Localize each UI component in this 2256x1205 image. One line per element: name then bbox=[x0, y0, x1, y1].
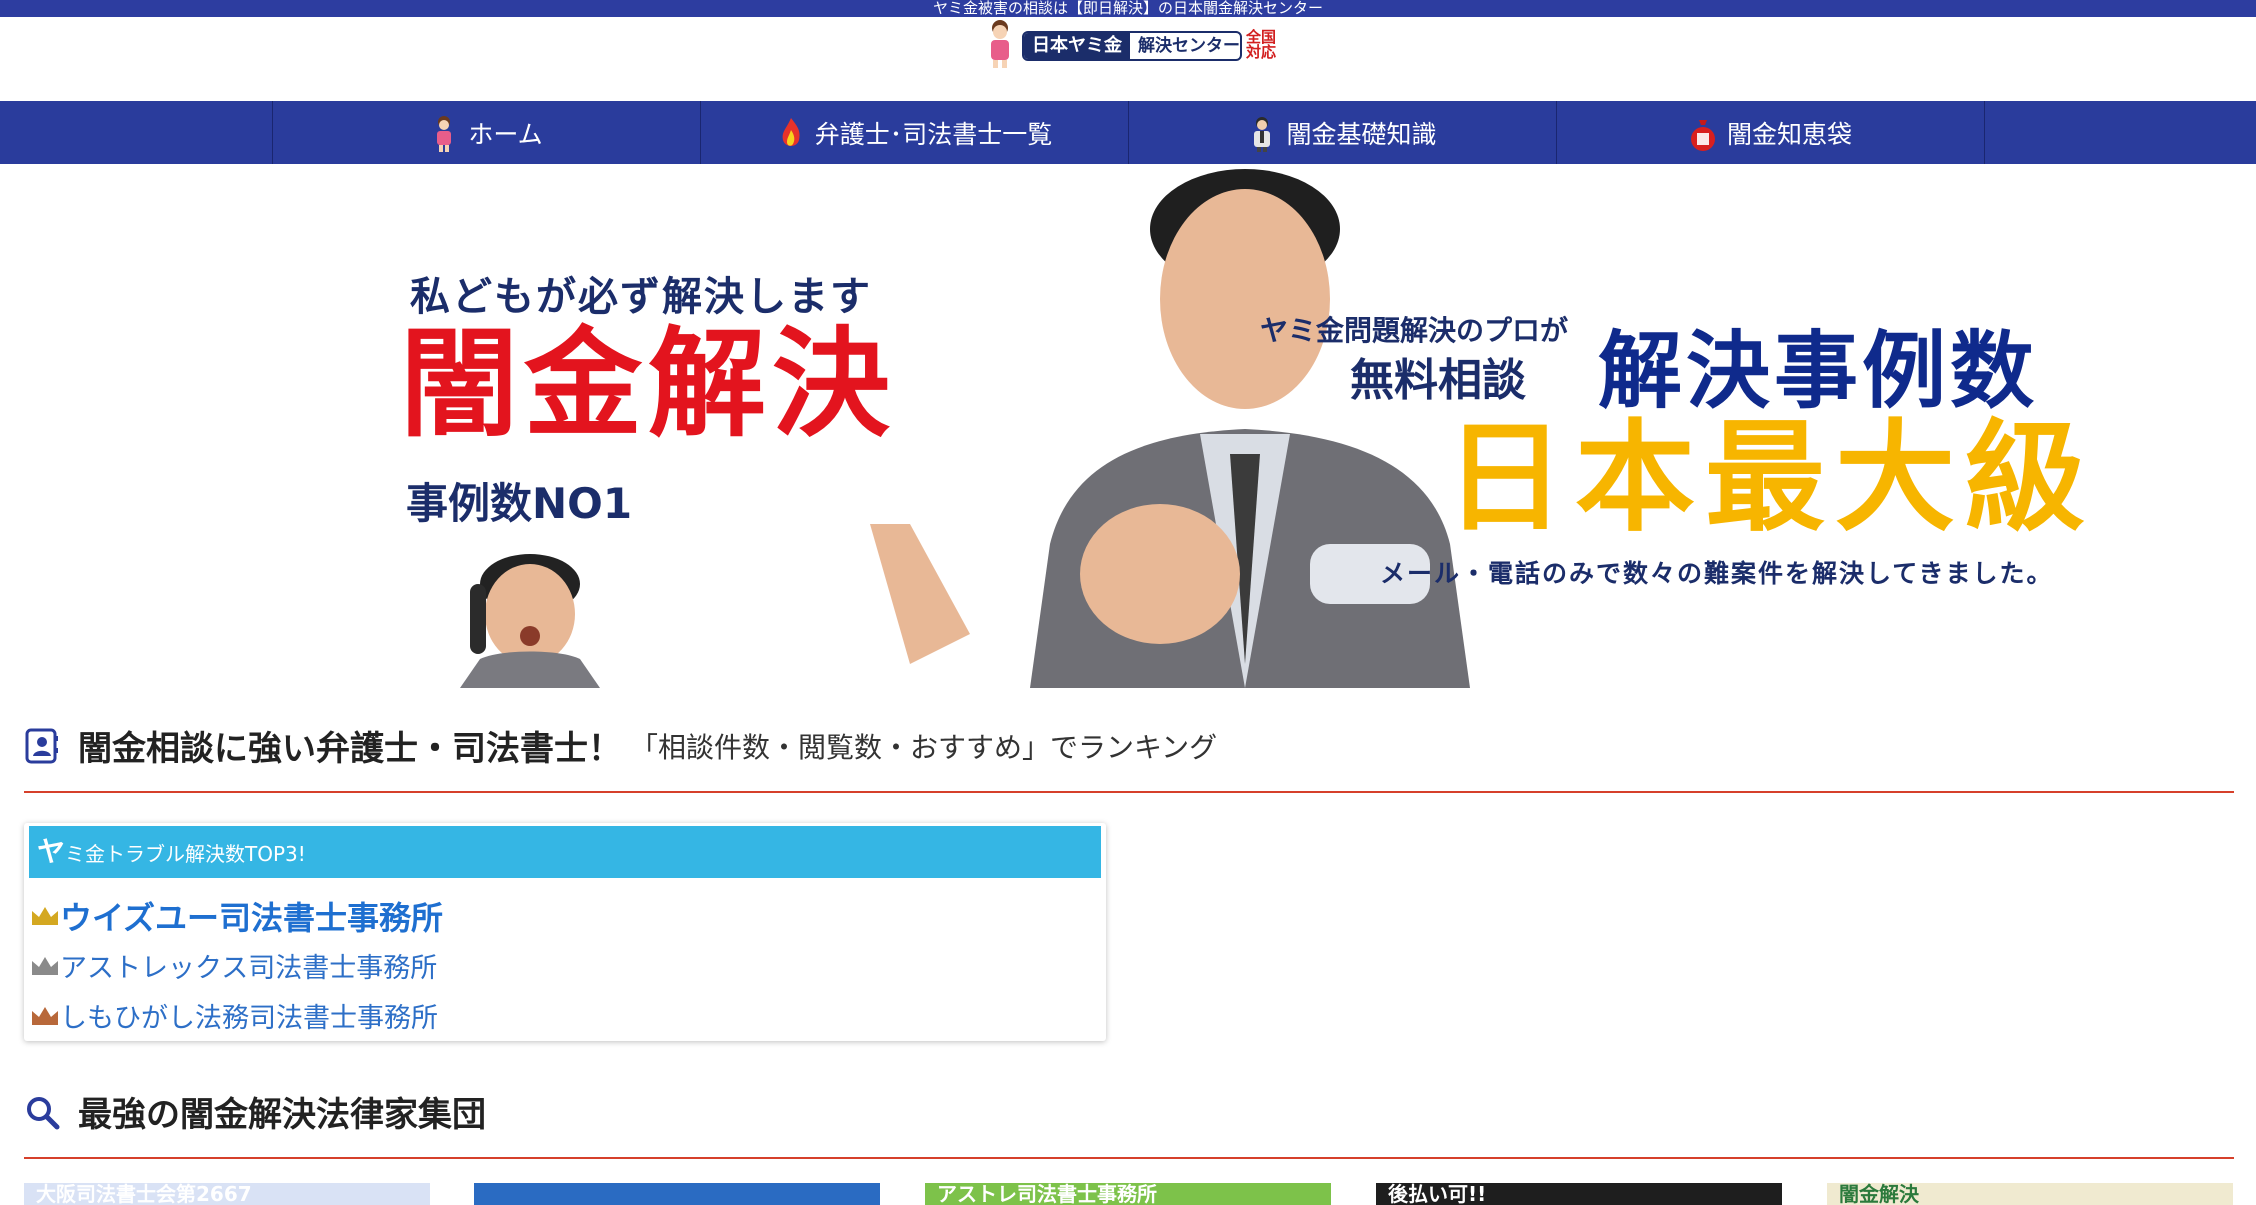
nav-item-lawyers[interactable]: 弁護士･司法書士一覧 bbox=[701, 101, 1129, 164]
ranking-item-label: しもひがし法務司法書士事務所 bbox=[60, 1003, 438, 1034]
nav-item-label: 弁護士･司法書士一覧 bbox=[814, 119, 1053, 149]
girl-icon bbox=[437, 115, 452, 152]
lawyer-card-text: 後払い可!! bbox=[1388, 1183, 1487, 1205]
lawyer-card[interactable]: 闇金解決 bbox=[1827, 1183, 2233, 1205]
fire-icon bbox=[782, 117, 800, 146]
girl-mascot-icon bbox=[991, 20, 1009, 68]
man-on-phone-image bbox=[460, 554, 600, 688]
lawyers-section-heading: 最強の闇金解決法律家集団 bbox=[24, 1087, 2234, 1136]
gold-crown-icon bbox=[32, 907, 58, 925]
bag-icon bbox=[1690, 119, 1715, 151]
logo-light-text: 解決センター bbox=[1138, 36, 1240, 56]
nav-item-home[interactable]: ホーム bbox=[273, 101, 701, 164]
nav-item-label: 闇金基礎知識 bbox=[1286, 119, 1437, 149]
search-icon bbox=[27, 1096, 60, 1129]
bronze-crown-icon bbox=[32, 1006, 58, 1025]
ranking-item-label: アストレックス司法書士事務所 bbox=[60, 953, 438, 984]
ranking-section-heading: 闇金相談に強い弁護士・司法書士！ 「相談件数・閲覧数・おすすめ」でランキング bbox=[24, 721, 2234, 770]
lawyer-card[interactable]: 大阪司法書士会第2667 bbox=[24, 1183, 430, 1205]
silver-crown-icon bbox=[32, 956, 58, 975]
ranking-header-initial: ヤ bbox=[37, 835, 66, 868]
contact-card-icon bbox=[25, 728, 58, 763]
ranking-header: ヤミ金トラブル解決数TOP3! bbox=[29, 826, 1101, 878]
section-divider bbox=[24, 791, 2234, 793]
man-icon bbox=[1254, 116, 1271, 152]
ranking-section-subtitle: 「相談件数・閲覧数・おすすめ」でランキング bbox=[630, 730, 1218, 764]
lawyer-card-text: 大阪司法書士会第2667 bbox=[36, 1183, 252, 1205]
lawyer-card[interactable] bbox=[474, 1183, 880, 1205]
top-notice: ヤミ金被害の相談は【即日解決】の日本闇金解決センター bbox=[0, 0, 2256, 17]
hero-banner[interactable]: 私どもが必ず解決します 闇金解決 事例数NO1 ヤミ金問題解決のプロが 無料相談… bbox=[370, 164, 2110, 688]
site-logo[interactable]: 日本ヤミ金 解決センター 全国 対応 bbox=[982, 18, 1294, 68]
lawyer-card-text: アストレ司法書士事務所 bbox=[937, 1183, 1157, 1205]
hero-right-2: 無料相談 bbox=[1350, 355, 1526, 406]
hero-line-3: 事例数NO1 bbox=[406, 479, 633, 528]
lawyer-card-list: 大阪司法書士会第2667 アストレ司法書士事務所 後払い可!! 闇金解決 bbox=[24, 1183, 2256, 1205]
nav-item-label: ホーム bbox=[468, 119, 543, 149]
nav-item-label: 闇金知恵袋 bbox=[1726, 119, 1852, 149]
lawyer-card-text: 闇金解決 bbox=[1839, 1183, 1919, 1205]
ranking-item-label: ウイズユー司法書士事務所 bbox=[60, 899, 444, 937]
ranking-header-text: ミ金トラブル解決数TOP3! bbox=[65, 842, 306, 866]
section-divider bbox=[24, 1157, 2234, 1159]
hero-right-1: ヤミ金問題解決のプロが bbox=[1260, 314, 1569, 347]
hero-line-2: 闇金解決 bbox=[400, 315, 897, 453]
hero-right-5: メール・電話のみで数々の難案件を解決してきました。 bbox=[1380, 559, 2054, 588]
ranking-section-title: 闇金相談に強い弁護士・司法書士！ bbox=[78, 729, 622, 769]
logo-badge-line2: 対応 bbox=[1246, 43, 1277, 61]
lawyers-section-title: 最強の闇金解決法律家集団 bbox=[78, 1095, 486, 1135]
lawyer-card[interactable]: アストレ司法書士事務所 bbox=[925, 1183, 1331, 1205]
hero-right-4: 日本最大級 bbox=[1445, 409, 2095, 548]
ranking-box: ヤミ金トラブル解決数TOP3! ウイズユー司法書士事務所 アストレックス司法書士… bbox=[24, 823, 1106, 1041]
lawyer-card[interactable]: 後払い可!! bbox=[1376, 1183, 1782, 1205]
nav-item-basics[interactable]: 闇金基礎知識 bbox=[1129, 101, 1557, 164]
logo-text: 日本ヤミ金 解決センター bbox=[1022, 31, 1242, 61]
main-nav: ホーム 弁護士･司法書士一覧 闇金基礎知識 闇金知恵袋 bbox=[0, 101, 2256, 164]
ranking-item-1[interactable]: ウイズユー司法書士事務所 bbox=[30, 893, 443, 939]
ranking-item-2[interactable]: アストレックス司法書士事務所 bbox=[30, 946, 437, 985]
logo-dark-text: 日本ヤミ金 bbox=[1024, 33, 1130, 59]
logo-badge: 全国 対応 bbox=[1246, 30, 1286, 60]
ranking-item-3[interactable]: しもひがし法務司法書士事務所 bbox=[30, 996, 438, 1035]
nav-item-tips[interactable]: 闇金知恵袋 bbox=[1557, 101, 1985, 164]
